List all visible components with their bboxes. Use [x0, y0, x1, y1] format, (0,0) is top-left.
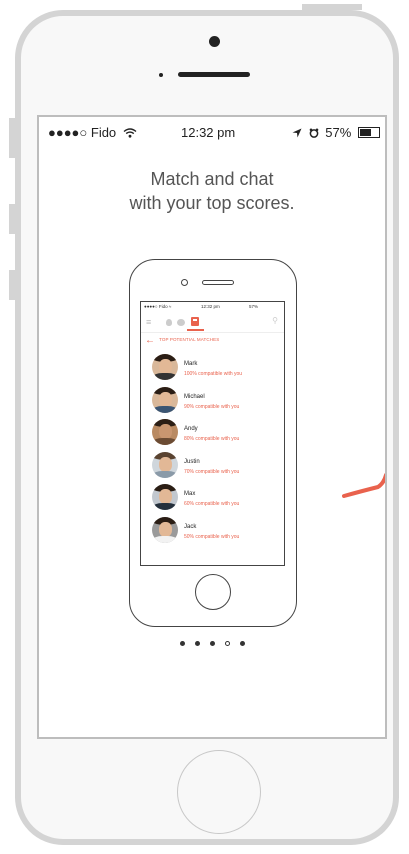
- list-item: Max 60% compatible with you: [141, 482, 284, 515]
- location-arrow-icon: [292, 128, 302, 138]
- illustration-camera: [181, 279, 188, 286]
- page-dot-2[interactable]: [194, 641, 200, 646]
- wifi-icon: [123, 128, 137, 138]
- home-button[interactable]: [177, 750, 261, 834]
- active-tab-indicator: [187, 329, 204, 331]
- phone-screen: ●●●●○ Fido 12:32 pm 57% Match and chat w…: [37, 115, 387, 739]
- match-compatibility: 90% compatible with you: [184, 403, 240, 410]
- list-item: Andy 80% compatible with you: [141, 417, 284, 450]
- avatar: [152, 516, 178, 543]
- section-header: ← TOP POTENTIAL MATCHES: [145, 335, 220, 346]
- match-compatibility: 80% compatible with you: [184, 436, 240, 442]
- avatar: [152, 354, 178, 380]
- swipe-hint-stroke: [342, 473, 385, 498]
- status-right: 57%: [292, 125, 380, 140]
- list-item: Mark 100% compatible with you: [141, 352, 284, 385]
- clock: 12:32 pm: [181, 125, 236, 140]
- search-icon: ⚲: [272, 316, 278, 325]
- match-compatibility: 50% compatible with you: [184, 533, 240, 540]
- avatar: [152, 419, 178, 445]
- page-dot-5[interactable]: [239, 641, 245, 646]
- illustration-nav-bar: ≡ ⚲: [141, 314, 284, 333]
- proximity-sensor: [159, 73, 163, 77]
- match-compatibility: 100% compatible with you: [184, 371, 243, 377]
- matches-list: Mark 100% compatible with you Michael 90…: [141, 352, 284, 547]
- match-compatibility: 60% compatible with you: [184, 501, 240, 507]
- chat-icon: [177, 319, 185, 326]
- illustration-screen: ●●●●○ Fido ≈ 12:32 pm 57% ≡ ⚲ ← TOP POTEN…: [140, 301, 285, 566]
- avatar: [152, 386, 178, 413]
- match-name: Michael: [184, 393, 205, 400]
- illustration-phone: ●●●●○ Fido ≈ 12:32 pm 57% ≡ ⚲ ← TOP POTEN…: [129, 259, 297, 627]
- onboarding-headline: Match and chat with your top scores.: [39, 167, 385, 215]
- match-name: Justin: [184, 458, 200, 465]
- scores-icon: [191, 317, 199, 326]
- headline-line-2: with your top scores.: [129, 193, 295, 213]
- status-bar: ●●●●○ Fido 12:32 pm 57%: [39, 125, 385, 145]
- match-name: Jack: [184, 523, 197, 530]
- device-mockup: ●●●●○ Fido 12:32 pm 57% Match and chat w…: [0, 0, 409, 854]
- page-dot-3[interactable]: [209, 641, 215, 646]
- illustration-home-button: [195, 574, 231, 610]
- avatar: [152, 484, 178, 510]
- match-name: Mark: [184, 361, 198, 367]
- battery-percent: 57%: [325, 125, 352, 140]
- earpiece-speaker: [178, 72, 250, 77]
- battery-icon: [357, 127, 380, 138]
- illustration-status-bar: ●●●●○ Fido ≈ 12:32 pm 57%: [144, 304, 259, 309]
- flame-icon: [166, 319, 172, 326]
- page-indicator[interactable]: [39, 641, 385, 646]
- headline-line-1: Match and chat: [150, 169, 274, 189]
- page-dot-1[interactable]: [179, 641, 185, 646]
- front-camera: [209, 36, 220, 47]
- match-name: Andy: [184, 426, 198, 432]
- page-dot-4[interactable]: [224, 641, 230, 646]
- match-compatibility: 70% compatible with you: [184, 468, 240, 475]
- list-item: Jack 50% compatible with you: [141, 515, 284, 548]
- alarm-icon: [309, 128, 318, 138]
- avatar: [152, 451, 178, 478]
- menu-icon: ≡: [146, 317, 152, 327]
- list-item: Justin 70% compatible with you: [141, 450, 284, 483]
- carrier-signal: ●●●●○ Fido: [48, 125, 137, 140]
- match-name: Max: [184, 491, 196, 497]
- back-arrow-icon: ←: [145, 335, 156, 346]
- list-item: Michael 90% compatible with you: [141, 385, 284, 418]
- illustration-speaker: [202, 280, 234, 285]
